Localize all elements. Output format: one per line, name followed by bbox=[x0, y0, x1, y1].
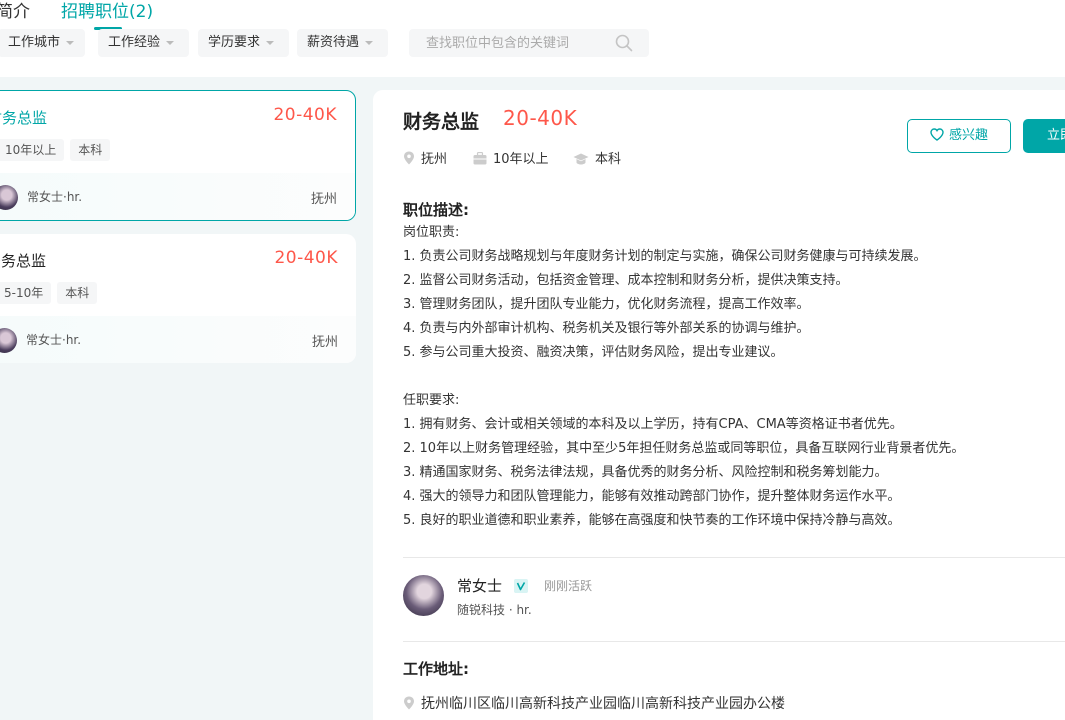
job-card-footer: 常女士·hr. 抚州 bbox=[0, 173, 355, 220]
divider bbox=[403, 641, 1065, 642]
job-location: 抚州 bbox=[403, 148, 447, 167]
job-education-text: 本科 bbox=[595, 152, 622, 167]
education-filter[interactable]: 学历要求 bbox=[198, 29, 289, 57]
education-tag: 本科 bbox=[70, 139, 111, 161]
chat-now-button[interactable]: 立即沟通 bbox=[1023, 119, 1065, 153]
job-card-salary: 20-40K bbox=[274, 248, 338, 268]
recruiter-active-status: 刚刚活跃 bbox=[544, 579, 593, 593]
job-card-salary: 20-40K bbox=[273, 105, 337, 125]
job-experience: 10年以上 bbox=[473, 148, 549, 167]
job-detail-title: 财务总监 bbox=[403, 111, 480, 133]
divider bbox=[403, 557, 1065, 558]
job-card[interactable]: 法务总监 20-40K 5-10年本科 常女士·hr. 抚州 bbox=[0, 234, 356, 363]
city-filter[interactable]: 工作城市 bbox=[0, 29, 85, 57]
experience-tag: 5-10年 bbox=[0, 282, 52, 304]
experience-filter-label: 工作经验 bbox=[108, 35, 161, 50]
job-city: 抚州 bbox=[311, 335, 338, 350]
interest-button[interactable]: 感兴趣 bbox=[907, 119, 1011, 153]
job-detail-salary: 20-40K bbox=[503, 106, 578, 130]
recruiter-name: 常女士·hr. bbox=[27, 190, 83, 204]
caret-down-icon bbox=[266, 40, 275, 45]
avatar bbox=[0, 185, 18, 210]
job-card[interactable]: 财务总监 20-40K 10年以上本科 常女士·hr. 抚州 bbox=[0, 90, 356, 221]
caret-down-icon bbox=[166, 40, 175, 45]
job-search-input[interactable] bbox=[409, 29, 609, 57]
job-card-tags: 10年以上 本科 bbox=[0, 139, 116, 161]
experience-filter[interactable]: 工作经验 bbox=[98, 29, 189, 57]
company-tabs: 简介 招聘职位(2) bbox=[0, 0, 1065, 30]
work-address: 抚州临川区临川高新科技产业园临川高新科技产业园办公楼 bbox=[403, 693, 785, 713]
caret-down-icon bbox=[365, 40, 374, 45]
tab-jobs[interactable]: 招聘职位(2) bbox=[61, 0, 153, 22]
recruiter-name: 常女士·hr. bbox=[26, 333, 82, 347]
location-icon bbox=[404, 151, 414, 165]
experience-tag: 10年以上 bbox=[0, 139, 65, 161]
avatar bbox=[403, 575, 444, 616]
caret-down-icon bbox=[66, 40, 75, 45]
verified-icon bbox=[514, 579, 528, 593]
graduation-cap-icon bbox=[573, 153, 589, 165]
address-heading: 工作地址: bbox=[403, 660, 469, 678]
avatar bbox=[0, 328, 17, 353]
education-filter-label: 学历要求 bbox=[208, 35, 261, 50]
job-card-title: 法务总监 bbox=[0, 252, 47, 270]
job-education: 本科 bbox=[573, 148, 621, 167]
job-description: 岗位职责: 1. 负责公司财务战略规划与年度财务计划的制定与实施，确保公司财务健… bbox=[403, 225, 965, 528]
job-experience-text: 10年以上 bbox=[493, 152, 549, 167]
job-detail-panel: 财务总监 20-40K 抚州 10年以上 本科 感兴趣 立即沟通 职位描述: 岗… bbox=[373, 90, 1065, 720]
job-card-footer: 常女士·hr. 抚州 bbox=[0, 316, 356, 363]
job-search-box bbox=[409, 29, 649, 57]
job-card-title: 财务总监 bbox=[0, 109, 48, 127]
recruiter-name: 常女士 bbox=[457, 577, 503, 595]
education-tag: 本科 bbox=[57, 282, 98, 304]
tab-intro[interactable]: 简介 bbox=[0, 0, 30, 22]
work-address-text: 抚州临川区临川高新科技产业园临川高新科技产业园办公楼 bbox=[421, 696, 785, 712]
salary-filter[interactable]: 薪资待遇 bbox=[297, 29, 388, 57]
description-heading: 职位描述: bbox=[403, 201, 469, 219]
city-filter-label: 工作城市 bbox=[8, 35, 61, 50]
job-card-tags: 5-10年 本科 bbox=[0, 282, 103, 304]
job-city: 抚州 bbox=[310, 192, 337, 207]
filter-bar: 工作城市 工作经验 学历要求 薪资待遇 bbox=[0, 29, 1065, 59]
heart-icon bbox=[930, 128, 944, 141]
salary-filter-label: 薪资待遇 bbox=[307, 35, 360, 50]
interest-button-label: 感兴趣 bbox=[948, 128, 988, 143]
job-location-text: 抚州 bbox=[421, 152, 448, 167]
briefcase-icon bbox=[473, 151, 487, 165]
recruiter-company: 随锐科技 · hr. bbox=[457, 603, 532, 617]
search-icon[interactable] bbox=[615, 34, 633, 52]
location-icon bbox=[404, 696, 414, 710]
